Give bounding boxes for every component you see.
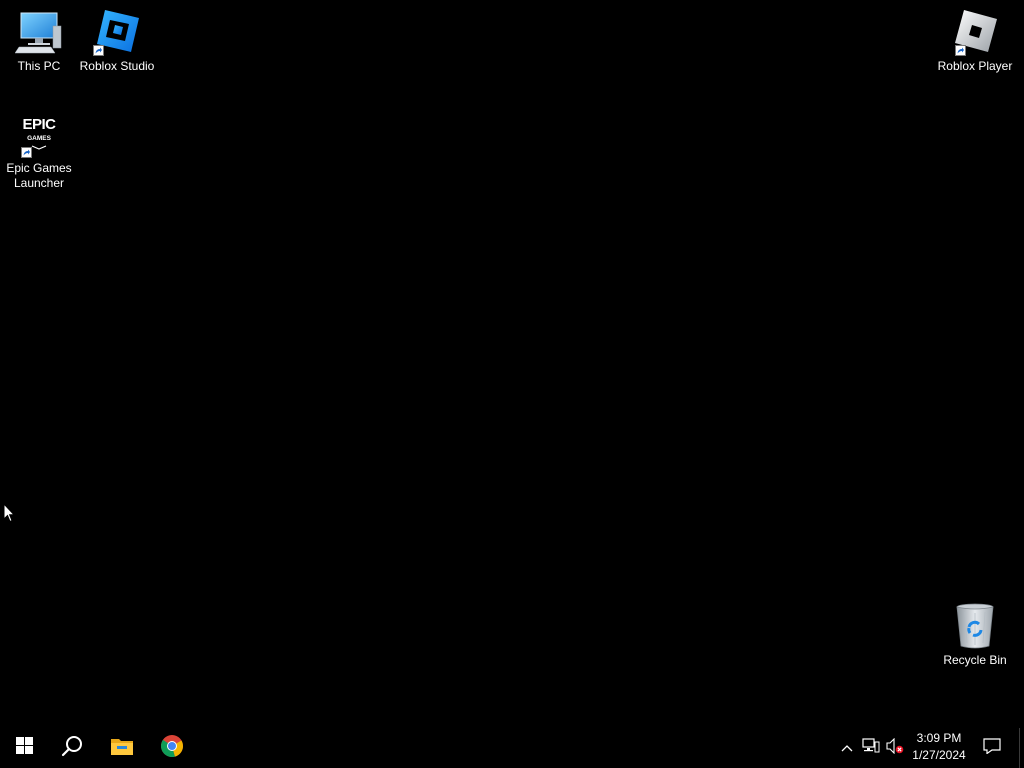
clock-time: 3:09 PM bbox=[916, 731, 962, 745]
start-button[interactable] bbox=[0, 728, 48, 768]
volume-muted-icon bbox=[886, 737, 904, 759]
desktop-icon-label: Epic Games Launcher bbox=[6, 161, 72, 190]
roblox-studio-icon bbox=[93, 8, 141, 56]
taskbar: 3:09 PM 1/27/2024 bbox=[0, 728, 1024, 768]
desktop-icon-label: Roblox Player bbox=[937, 59, 1013, 73]
desktop-icon-label: Roblox Studio bbox=[79, 59, 155, 73]
shortcut-arrow-icon bbox=[21, 147, 32, 158]
svg-text:EPIC: EPIC bbox=[22, 116, 56, 133]
show-hidden-icons-button[interactable] bbox=[838, 728, 856, 768]
system-clock[interactable]: 3:09 PM 1/27/2024 bbox=[906, 730, 972, 766]
search-button[interactable] bbox=[48, 728, 96, 768]
desktop-icon-roblox-player[interactable]: Roblox Player bbox=[936, 8, 1014, 74]
desktop-icon-epic-games-launcher[interactable]: EPIC GAMES Epic Games Launcher bbox=[0, 110, 78, 191]
roblox-player-icon bbox=[951, 8, 999, 56]
desktop-icon-label: Recycle Bin bbox=[943, 653, 1007, 667]
network-icon bbox=[862, 737, 880, 759]
chrome-button[interactable] bbox=[148, 728, 196, 768]
desktop-icon-recycle-bin[interactable]: Recycle Bin bbox=[936, 602, 1014, 668]
recycle-bin-icon bbox=[951, 602, 999, 650]
clock-date: 1/27/2024 bbox=[912, 748, 966, 762]
windows-start-icon bbox=[15, 737, 33, 759]
desktop-icon-label: This PC bbox=[17, 59, 61, 73]
file-explorer-button[interactable] bbox=[98, 728, 146, 768]
notifications-icon bbox=[983, 737, 1001, 759]
network-button[interactable] bbox=[860, 728, 882, 768]
desktop[interactable]: This PC Roblox Studio EPIC GAMES Epic Ga… bbox=[0, 0, 1024, 728]
chrome-icon bbox=[160, 734, 184, 763]
desktop-icon-roblox-studio[interactable]: Roblox Studio bbox=[78, 8, 156, 74]
desktop-icon-this-pc[interactable]: This PC bbox=[0, 8, 78, 74]
mouse-pointer-icon bbox=[3, 502, 16, 528]
computer-icon bbox=[14, 8, 63, 56]
search-icon bbox=[61, 735, 83, 762]
show-desktop-button[interactable] bbox=[1019, 728, 1024, 768]
file-explorer-icon bbox=[110, 736, 134, 761]
shortcut-arrow-icon bbox=[955, 45, 966, 56]
shortcut-arrow-icon bbox=[93, 45, 104, 56]
action-center-button[interactable] bbox=[978, 728, 1006, 768]
volume-button[interactable] bbox=[884, 728, 906, 768]
epic-games-icon: EPIC GAMES bbox=[15, 110, 63, 158]
chevron-up-icon bbox=[841, 739, 853, 757]
svg-text:GAMES: GAMES bbox=[27, 135, 52, 142]
